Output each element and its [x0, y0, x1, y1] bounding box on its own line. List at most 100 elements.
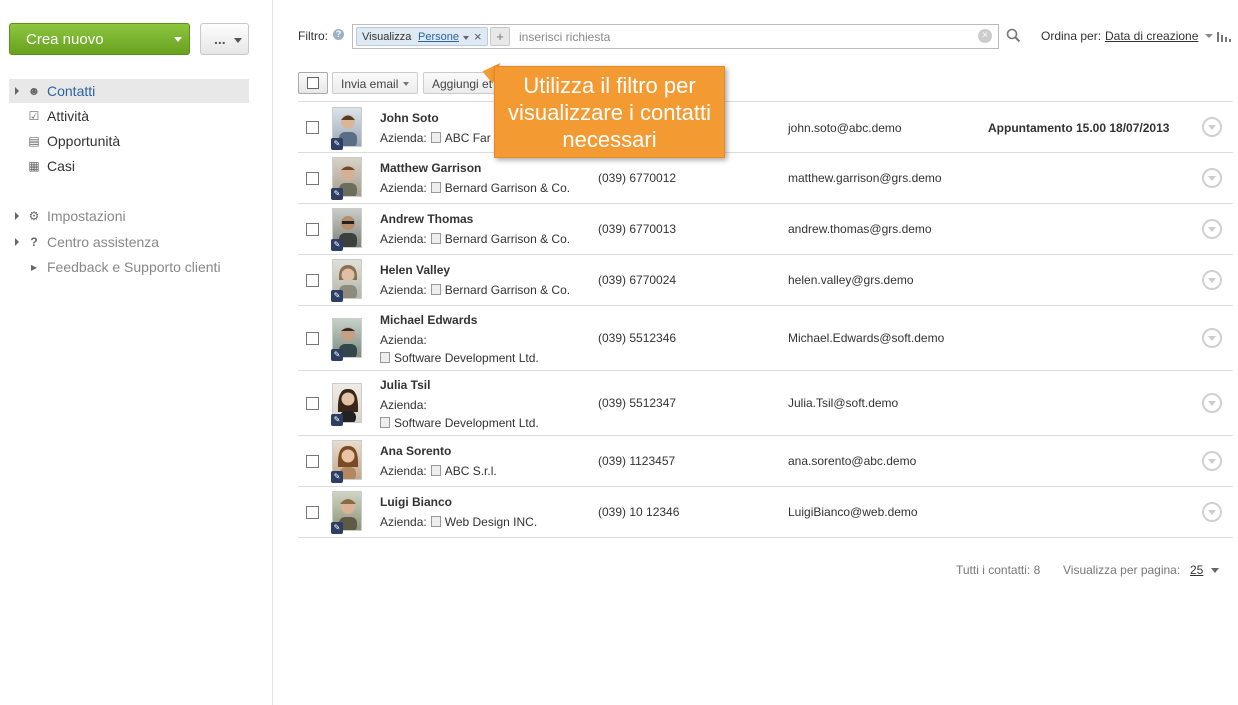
contact-name[interactable]: Ana Sorento [380, 444, 451, 458]
filter-chip-value[interactable]: Persone [418, 31, 459, 43]
cases-icon: ▦ [28, 159, 40, 173]
vcard-icon[interactable]: ✎ [331, 239, 343, 251]
chevron-down-icon[interactable] [463, 36, 469, 40]
expand-arrow-icon[interactable] [15, 212, 19, 220]
chevron-down-icon[interactable] [1205, 34, 1213, 38]
add-filter-button[interactable]: + [490, 27, 510, 46]
more-actions-button[interactable]: ... [200, 23, 249, 55]
contact-name[interactable]: Luigi Bianco [380, 495, 452, 509]
table-row[interactable]: ✎ Julia Tsil Azienda: Software Developme… [298, 371, 1233, 436]
contact-email[interactable]: Michael.Edwards@soft.demo [788, 331, 944, 345]
sidebar-item-opportunities[interactable]: ▤ Opportunità [9, 129, 249, 153]
select-all-checkbox[interactable] [298, 72, 328, 94]
company-label: Azienda: [380, 232, 427, 246]
contact-email[interactable]: john.soto@abc.demo [788, 121, 902, 135]
table-row[interactable]: ✎ Andrew Thomas Azienda: Bernard Garrison… [298, 204, 1233, 255]
per-page-select[interactable]: 25 [1190, 563, 1203, 577]
send-email-button[interactable]: Invia email [332, 72, 418, 94]
company-name[interactable]: Web Design INC. [445, 515, 537, 529]
company-label: Azienda: [380, 131, 427, 145]
sidebar: Crea nuovo ... ☻ Contatti ☑ Attività ▤ O… [0, 0, 273, 705]
row-menu-icon[interactable] [1202, 219, 1222, 239]
contact-name[interactable]: Julia Tsil [380, 378, 430, 392]
row-checkbox[interactable] [306, 455, 319, 468]
table-row[interactable]: ✎ Luigi Bianco Azienda: Web Design INC. (… [298, 487, 1233, 538]
row-menu-icon[interactable] [1202, 393, 1222, 413]
filter-input[interactable] [519, 28, 969, 45]
company-name[interactable]: ABC S.r.l. [445, 464, 497, 478]
row-menu-icon[interactable] [1202, 451, 1222, 471]
vcard-icon[interactable]: ✎ [331, 349, 343, 361]
contact-email[interactable]: helen.valley@grs.demo [788, 273, 914, 287]
close-icon[interactable]: × [474, 29, 482, 44]
contact-name[interactable]: Michael Edwards [380, 313, 477, 327]
expand-arrow-icon[interactable] [15, 87, 19, 95]
vcard-icon[interactable]: ✎ [331, 522, 343, 534]
row-checkbox[interactable] [306, 332, 319, 345]
contact-company: Azienda: ABC S.r.l. [380, 464, 497, 478]
company-icon [430, 132, 441, 143]
create-new-button[interactable]: Crea nuovo [9, 23, 190, 55]
row-checkbox[interactable] [306, 274, 319, 287]
contact-email[interactable]: andrew.thomas@grs.demo [788, 222, 932, 236]
contact-email[interactable]: Julia.Tsil@soft.demo [788, 396, 898, 410]
vcard-icon[interactable]: ✎ [331, 414, 343, 426]
contact-activity[interactable]: Appuntamento 15.00 18/07/2013 [988, 121, 1169, 135]
company-icon [380, 352, 390, 363]
vcard-icon[interactable]: ✎ [331, 290, 343, 302]
sidebar-item-settings[interactable]: ⚙ Impostazioni [9, 204, 249, 228]
sidebar-item-help-center[interactable]: ? Centro assistenza [9, 230, 249, 254]
company-name[interactable]: Bernard Garrison & Co. [445, 232, 570, 246]
contact-name[interactable]: Matthew Garrison [380, 161, 481, 175]
search-icon[interactable] [1005, 27, 1023, 45]
company-name[interactable]: ABC Far [445, 131, 491, 145]
contact-name[interactable]: Helen Valley [380, 263, 450, 277]
table-row[interactable]: ✎ Helen Valley Azienda: Bernard Garrison … [298, 255, 1233, 306]
sidebar-item-tasks[interactable]: ☑ Attività [9, 104, 249, 128]
sort-direction-icon[interactable] [1217, 30, 1231, 42]
row-menu-icon[interactable] [1202, 502, 1222, 522]
sort-label: Ordina per: [1041, 29, 1102, 43]
contact-email[interactable]: matthew.garrison@grs.demo [788, 171, 942, 185]
vcard-icon[interactable]: ✎ [331, 138, 343, 150]
table-row[interactable]: ✎ Matthew Garrison Azienda: Bernard Garri… [298, 153, 1233, 204]
sidebar-item-contacts[interactable]: ☻ Contatti [9, 79, 249, 103]
chevron-down-icon[interactable] [1211, 568, 1219, 573]
contact-email[interactable]: LuigiBianco@web.demo [788, 505, 918, 519]
table-row[interactable]: ✎ Ana Sorento Azienda: ABC S.r.l. (039) 1… [298, 436, 1233, 487]
table-row[interactable]: ✎ John Soto Azienda: ABC Far john.soto@ab… [298, 102, 1233, 153]
row-checkbox[interactable] [306, 397, 319, 410]
vcard-icon[interactable]: ✎ [331, 188, 343, 200]
row-checkbox[interactable] [306, 172, 319, 185]
company-name[interactable]: Bernard Garrison & Co. [445, 181, 570, 195]
contact-email[interactable]: ana.sorento@abc.demo [788, 454, 916, 468]
company-label: Azienda: [380, 181, 427, 195]
company-name[interactable]: Software Development Ltd. [394, 416, 539, 430]
table-row[interactable]: ✎ Michael Edwards Azienda: Software Deve… [298, 306, 1233, 371]
help-icon[interactable]: ? [333, 29, 344, 40]
row-menu-icon[interactable] [1202, 328, 1222, 348]
sidebar-item-cases[interactable]: ▦ Casi [9, 154, 249, 178]
contact-name[interactable]: John Soto [380, 111, 439, 125]
row-checkbox[interactable] [306, 223, 319, 236]
row-menu-icon[interactable] [1202, 117, 1222, 137]
vcard-icon[interactable]: ✎ [331, 471, 343, 483]
row-menu-icon[interactable] [1202, 168, 1222, 188]
sidebar-item-label: Casi [47, 158, 76, 174]
filter-label: Filtro: [298, 29, 328, 43]
sidebar-item-feedback[interactable]: ▸ Feedback e Supporto clienti [9, 255, 249, 279]
create-new-label: Crea nuovo [26, 31, 104, 48]
row-checkbox[interactable] [306, 121, 319, 134]
filter-bar[interactable]: Visualizza Persone × + × [352, 24, 999, 49]
filter-chip[interactable]: Visualizza Persone × [356, 27, 488, 46]
expand-arrow-icon[interactable] [15, 238, 19, 246]
sort-select[interactable]: Data di creazione [1105, 29, 1198, 43]
clear-icon[interactable]: × [978, 29, 992, 43]
row-checkbox[interactable] [306, 506, 319, 519]
chevron-down-icon [234, 38, 242, 43]
contact-name[interactable]: Andrew Thomas [380, 212, 473, 226]
company-name[interactable]: Software Development Ltd. [394, 351, 539, 365]
company-name[interactable]: Bernard Garrison & Co. [445, 283, 570, 297]
row-menu-icon[interactable] [1202, 270, 1222, 290]
company-icon [430, 233, 441, 244]
